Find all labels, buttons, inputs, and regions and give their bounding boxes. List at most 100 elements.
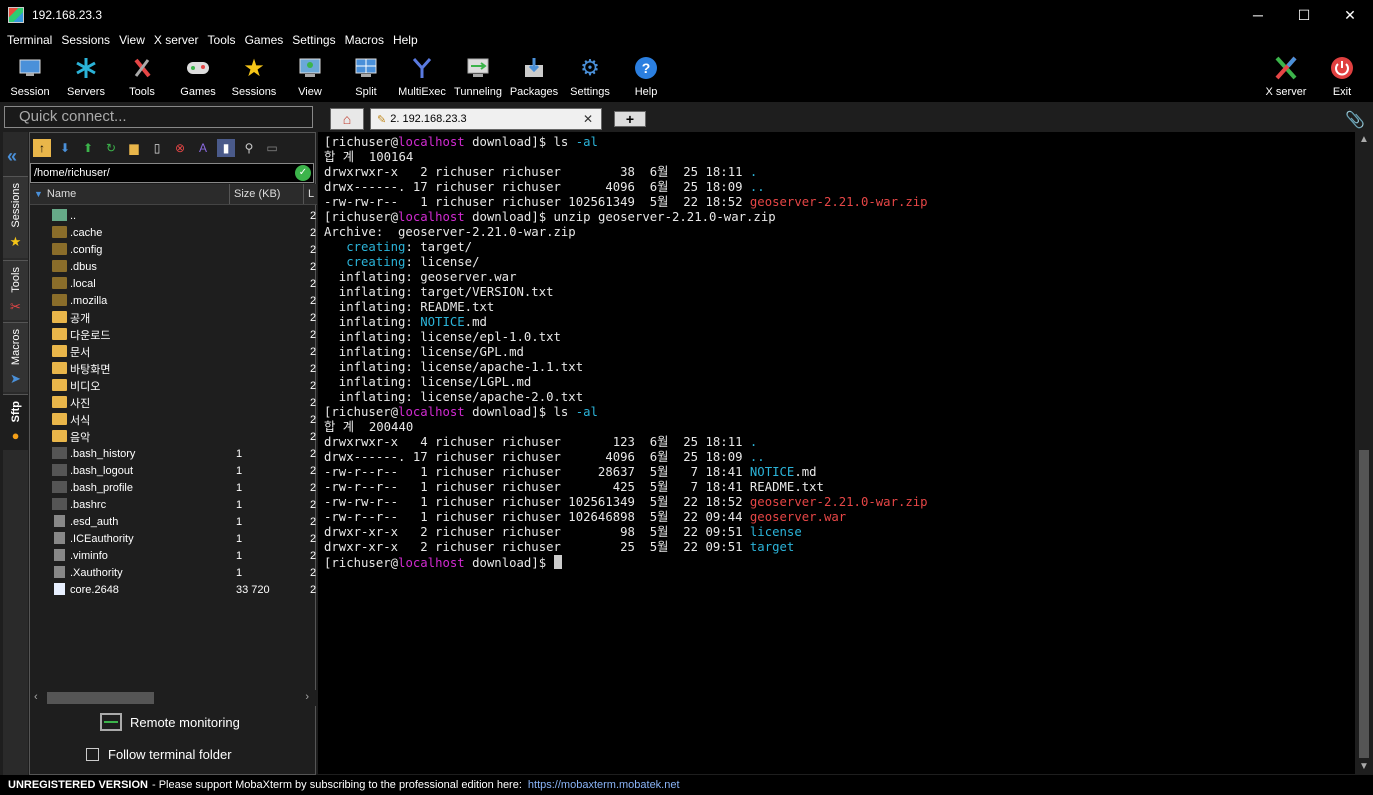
file-extra: 2 [310,243,317,256]
rail-tab-sessions[interactable]: Sessions ★ [3,176,28,258]
scroll-up-icon[interactable]: ▲ [1359,134,1369,145]
file-row[interactable]: .dbus 2 [30,258,317,275]
settings-button[interactable]: ⚙ Settings [562,52,618,100]
file-row[interactable]: 사진 2 [30,394,317,411]
scroll-down-icon[interactable]: ▼ [1359,761,1369,772]
file-row[interactable]: .bash_logout 1 2 [30,462,317,479]
file-list: .. 2 .cache 2 .config 2 .dbus 2 .local 2 .mozilla 2… [30,207,317,598]
packages-button[interactable]: Packages [506,52,562,100]
quick-connect-input[interactable]: Quick connect... [4,106,313,128]
tab-close-icon[interactable]: ✕ [583,112,593,126]
column-name[interactable]: ▼ Name [30,184,230,204]
upload-icon[interactable]: ⬆ [79,139,97,157]
follow-terminal-folder[interactable]: Follow terminal folder [86,747,232,762]
file-row[interactable]: .viminfo 1 2 [30,547,317,564]
file-name: .bashrc [70,498,107,511]
file-row[interactable]: 비디오 2 [30,377,317,394]
file-row[interactable]: .mozilla 2 [30,292,317,309]
scroll-left-icon[interactable]: ‹ [34,691,38,703]
file-row[interactable]: .Xauthority 1 2 [30,564,317,581]
tab-session[interactable]: ✎ 2. 192.168.23.3 ✕ [370,108,602,130]
menu-settings[interactable]: Settings [288,33,339,47]
games-button[interactable]: Games [170,52,226,100]
file-row[interactable]: 문서 2 [30,343,317,360]
terminal-scrollbar[interactable]: ▲ ▼ [1355,132,1373,774]
file-row[interactable]: .. 2 [30,207,317,224]
minimize-button[interactable]: ─ [1235,0,1281,30]
file-row[interactable]: 공개 2 [30,309,317,326]
home-tab[interactable]: ⌂ [330,108,364,130]
file-row[interactable]: 서식 2 [30,411,317,428]
terminal-segment: -rw-r--r-- 1 richuser richuser 102646898… [324,510,750,524]
terminal-segment: 합 계 100164 [324,150,414,164]
sessions-button[interactable]: ★ Sessions [226,52,282,100]
menu-help[interactable]: Help [389,33,422,47]
column-extra[interactable]: L [304,184,317,204]
file-row[interactable]: .ICEauthority 1 2 [30,530,317,547]
rail-tab-sftp[interactable]: Sftp ● [3,394,28,450]
path-input[interactable]: /home/richuser/ ✓ [30,163,314,183]
terminal-segment: .md [794,465,817,479]
check-icon[interactable]: ✓ [295,165,311,181]
terminal-icon[interactable]: ▭ [263,139,281,157]
file-row[interactable]: 다운로드 2 [30,326,317,343]
close-button[interactable]: ✕ [1327,0,1373,30]
collapse-icon[interactable]: « [7,146,17,167]
rename-icon[interactable]: A [194,139,212,157]
file-row[interactable]: .esd_auth 1 2 [30,513,317,530]
mobaxterm-link[interactable]: https://mobaxterm.mobatek.net [528,779,680,791]
file-row[interactable]: .local 2 [30,275,317,292]
new-folder-icon[interactable]: ▆ [125,139,143,157]
file-extra: 2 [310,549,317,562]
menu-sessions[interactable]: Sessions [57,33,114,47]
refresh-icon[interactable]: ↻ [102,139,120,157]
follow-checkbox[interactable] [86,748,99,761]
download-icon[interactable]: ⬇ [56,139,74,157]
new-tab-button[interactable]: + [614,111,646,127]
file-row[interactable]: 음악 2 [30,428,317,445]
rail-tab-macros[interactable]: Macros ➤ [3,322,28,392]
file-row[interactable]: .bashrc 1 2 [30,496,317,513]
split-button[interactable]: Split [338,52,394,100]
menu-tools[interactable]: Tools [204,33,240,47]
exit-button[interactable]: Exit [1314,52,1370,100]
view-button[interactable]: View [282,52,338,100]
file-row[interactable]: .bash_history 1 2 [30,445,317,462]
file-row[interactable]: .bash_profile 1 2 [30,479,317,496]
session-button[interactable]: Session [2,52,58,100]
menu-x-server[interactable]: X server [150,33,203,47]
file-row[interactable]: 바탕화면 2 [30,360,317,377]
menu-games[interactable]: Games [241,33,288,47]
scroll-right-icon[interactable]: › [305,691,309,703]
terminal-segment: localhost [398,135,465,149]
tunneling-button[interactable]: Tunneling [450,52,506,100]
servers-button[interactable]: Servers [58,52,114,100]
tab-bar: ⌂ ✎ 2. 192.168.23.3 ✕ + 📎 [318,104,1373,130]
file-row[interactable]: .cache 2 [30,224,317,241]
help-button[interactable]: ? Help [618,52,674,100]
delete-icon[interactable]: ⊗ [171,139,189,157]
folder-up-icon[interactable]: ↑ [33,139,51,157]
horizontal-scrollbar[interactable]: ‹ › [30,690,317,706]
filter-icon[interactable]: ⚲ [240,139,258,157]
terminal-segment [324,255,346,269]
menu-terminal[interactable]: Terminal [3,33,56,47]
terminal-scroll-thumb[interactable] [1359,450,1369,758]
new-file-icon[interactable]: ▯ [148,139,166,157]
file-row[interactable]: core.2648 33 720 2 [30,581,317,598]
rail-tab-tools[interactable]: Tools ✂ [3,260,28,320]
menu-macros[interactable]: Macros [341,33,388,47]
scroll-thumb[interactable] [47,692,154,704]
permissions-icon[interactable]: ▮ [217,139,235,157]
paperclip-icon[interactable]: 📎 [1345,110,1365,130]
x-server-button[interactable]: X server [1258,52,1314,100]
remote-monitoring-button[interactable]: Remote monitoring [100,713,240,731]
menu-view[interactable]: View [115,33,149,47]
terminal-view[interactable]: [richuser@localhost download]$ ls -al 합 계… [318,132,1355,774]
multiexec-button[interactable]: MultiExec [394,52,450,100]
terminal-segment: .. [749,180,765,194]
tools-button[interactable]: Tools [114,52,170,100]
file-row[interactable]: .config 2 [30,241,317,258]
maximize-button[interactable]: ☐ [1281,0,1327,30]
column-size[interactable]: Size (KB) [230,184,304,204]
